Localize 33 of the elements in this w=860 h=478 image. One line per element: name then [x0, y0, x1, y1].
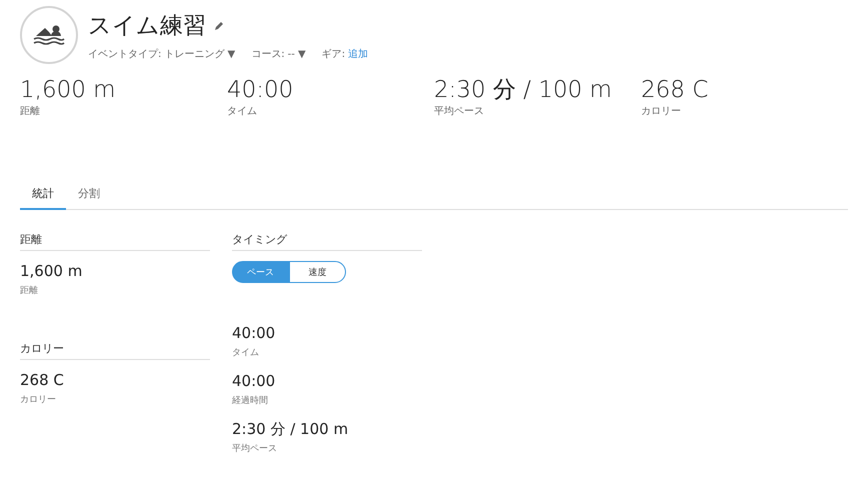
stat-label: カロリー	[20, 394, 57, 406]
summary-value: 40:00	[227, 76, 294, 104]
edit-icon[interactable]	[214, 21, 224, 31]
stat-value: 1,600 m	[20, 261, 84, 281]
summary-label: タイム	[227, 105, 258, 118]
stat-label: 平均ペース	[232, 442, 278, 455]
summary-label: 距離	[20, 105, 41, 118]
toggle-option[interactable]: 速度	[289, 261, 346, 283]
summary-label: 平均ペース	[434, 105, 485, 118]
toggle-option[interactable]: ペース	[232, 261, 289, 283]
meta-dropdown[interactable]: -- ▼	[288, 48, 306, 60]
stat-label: 経過時間	[232, 394, 269, 407]
activity-title: スイム練習	[88, 12, 206, 41]
section-title: タイミング	[232, 232, 422, 251]
stat-value: 40:00	[232, 371, 276, 391]
stat-value: 40:00	[232, 323, 276, 343]
summary-label: カロリー	[641, 105, 682, 118]
stat-value: 2:30 分 / 100 m	[232, 419, 350, 439]
summary-value: 2:30 分 / 100 m	[434, 76, 613, 104]
section-title: カロリー	[20, 341, 210, 360]
meta-label: イベントタイプ:	[88, 48, 162, 61]
stat-value: 268 C	[20, 370, 65, 390]
section-title: 距離	[20, 232, 210, 251]
meta-label: コース:	[251, 48, 285, 61]
stat-label: タイム	[232, 347, 260, 359]
tab[interactable]: 統計	[20, 180, 66, 210]
summary-value: 1,600 m	[20, 76, 117, 104]
tab[interactable]: 分割	[66, 180, 112, 210]
meta-dropdown[interactable]: トレーニング ▼	[164, 47, 236, 61]
add-link[interactable]: 追加	[348, 47, 368, 61]
summary-value: 268 C	[641, 76, 710, 104]
stat-label: 距離	[20, 284, 39, 297]
meta-label: ギア:	[322, 48, 346, 61]
